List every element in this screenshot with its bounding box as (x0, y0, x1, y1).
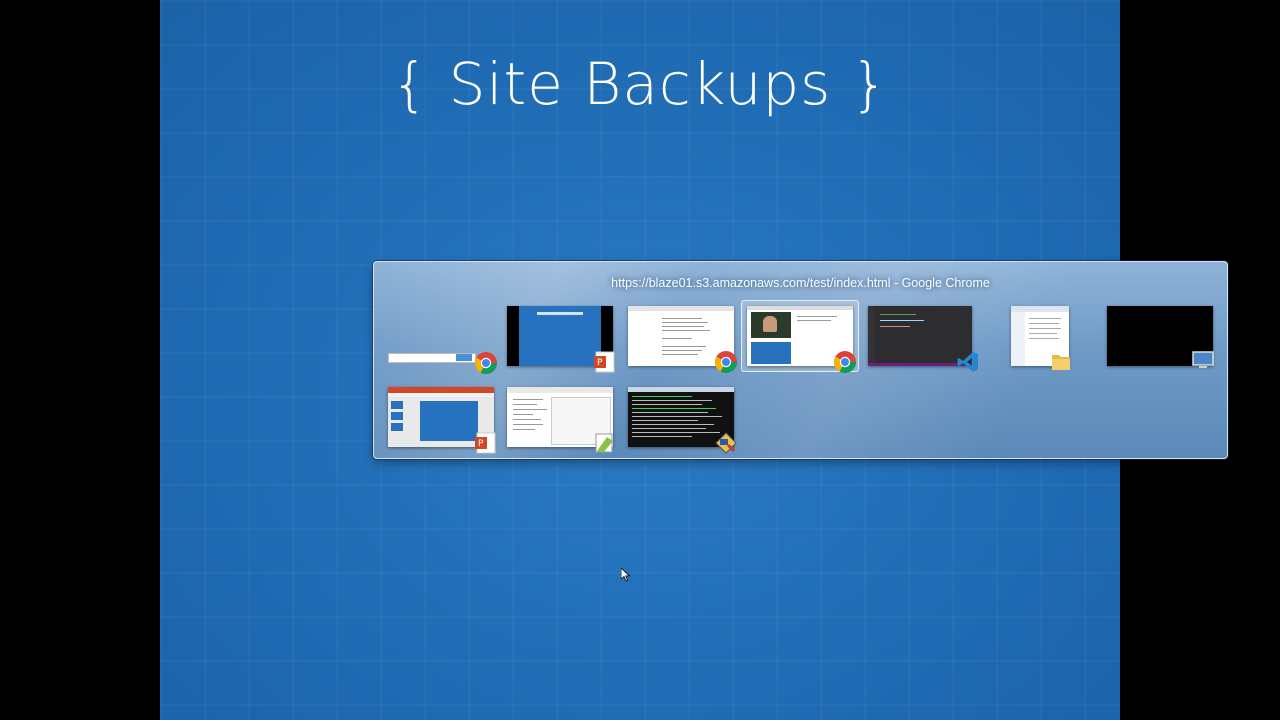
switcher-window-title: https://blaze01.s3.amazonaws.com/test/in… (611, 276, 990, 290)
svg-text:P: P (478, 439, 484, 449)
svg-text:P: P (597, 358, 603, 368)
slide-title: { Site Backups } (391, 50, 889, 118)
notepad-plus-plus-icon (595, 433, 613, 453)
presentation-slide: { Site Backups } https://blaze01.s3.amaz… (160, 0, 1228, 720)
window-thumbnail-powerpoint-2[interactable]: P (388, 387, 496, 454)
folder-icon (1052, 355, 1070, 370)
remote-desktop-icon (1192, 351, 1214, 368)
window-thumbnail-file-explorer[interactable] (1011, 306, 1071, 370)
putty-icon (715, 432, 737, 454)
window-thumbnail-notepad-plus-plus[interactable] (507, 387, 613, 453)
chrome-icon (475, 352, 497, 374)
vscode-icon (957, 352, 978, 372)
powerpoint-icon: P (594, 351, 615, 373)
window-thumbnail-chrome-1[interactable] (388, 307, 497, 374)
powerpoint-icon: P (475, 432, 496, 454)
chrome-icon (715, 351, 737, 373)
alt-tab-window-switcher: https://blaze01.s3.amazonaws.com/test/in… (373, 261, 1228, 459)
window-thumbnail-vscode[interactable] (868, 306, 978, 372)
chrome-icon (834, 351, 856, 373)
window-thumbnail-chrome-3-selected[interactable] (741, 300, 859, 373)
window-thumbnail-chrome-2[interactable] (628, 306, 737, 373)
window-thumbnail-remote-desktop[interactable] (1107, 306, 1214, 368)
mouse-pointer-icon (621, 568, 631, 582)
window-thumbnail-powerpoint-1[interactable]: P (507, 306, 615, 373)
window-thumbnail-putty[interactable] (628, 387, 737, 454)
